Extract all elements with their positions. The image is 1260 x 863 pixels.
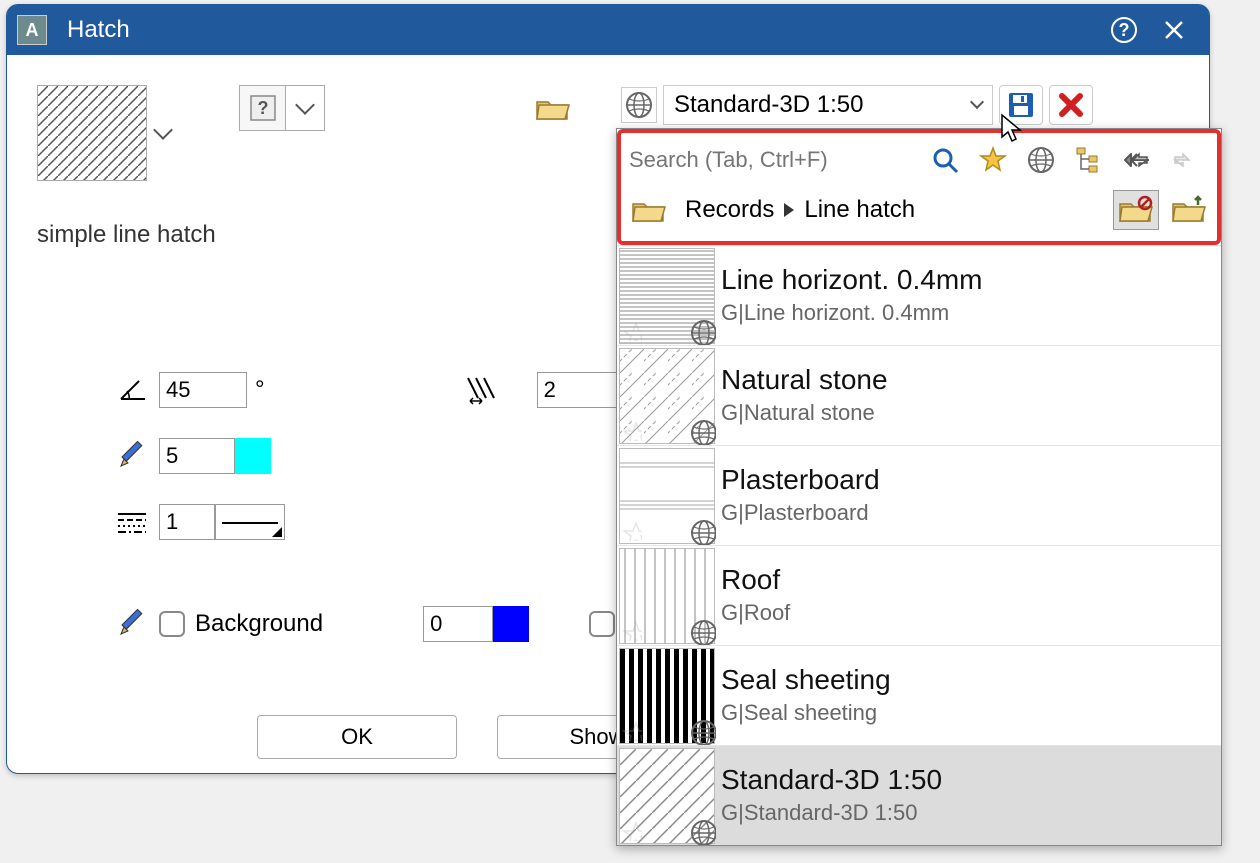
list-item-subtitle: G|Seal sheeting xyxy=(721,700,891,726)
spacing-icon xyxy=(455,374,507,406)
hatch-type-select[interactable] xyxy=(239,85,325,131)
hatch-thumbnail xyxy=(619,548,715,644)
ok-button[interactable]: OK xyxy=(257,715,457,759)
list-item-subtitle: G|Natural stone xyxy=(721,400,888,426)
breadcrumb-item[interactable]: Line hatch xyxy=(804,196,915,224)
list-item-subtitle: G|Line horizont. 0.4mm xyxy=(721,300,982,326)
star-outline-icon xyxy=(622,821,642,841)
list-item-title: Seal sheeting xyxy=(721,665,891,696)
background-label: Background xyxy=(195,610,323,638)
hatch-thumbnail xyxy=(619,248,715,344)
chevron-down-icon xyxy=(153,120,173,140)
star-outline-icon xyxy=(622,521,642,541)
hatch-thumbnail xyxy=(619,648,715,744)
window-title: Hatch xyxy=(67,16,130,44)
favorites-icon[interactable] xyxy=(973,140,1013,180)
background-pen-input[interactable] xyxy=(423,606,493,642)
spacing-input[interactable] xyxy=(537,372,625,408)
globe-icon xyxy=(690,719,716,745)
star-outline-icon xyxy=(622,721,642,741)
list-item[interactable]: Plasterboard G|Plasterboard xyxy=(617,445,1221,545)
linetype-picker[interactable] xyxy=(215,504,285,540)
globe-icon xyxy=(621,87,657,123)
folder-up-button[interactable] xyxy=(1169,190,1209,230)
search-input[interactable] xyxy=(629,140,917,180)
list-item-title: Natural stone xyxy=(721,365,888,396)
close-button[interactable] xyxy=(1159,15,1189,45)
breadcrumb-separator-icon xyxy=(784,203,794,217)
help-button[interactable]: ? xyxy=(1109,15,1139,45)
list-item[interactable]: Line horizont. 0.4mm G|Line horizont. 0.4… xyxy=(617,245,1221,345)
globe-icon xyxy=(690,619,716,645)
question-icon xyxy=(240,86,286,130)
hatch-thumbnail xyxy=(619,748,715,844)
extra-checkbox[interactable] xyxy=(589,611,615,637)
library-nav-highlight: Records Line hatch xyxy=(617,129,1221,245)
svg-text:?: ? xyxy=(1119,20,1130,40)
list-item-subtitle: G|Plasterboard xyxy=(721,500,880,526)
list-item[interactable]: Roof G|Roof xyxy=(617,545,1221,645)
list-item[interactable]: Seal sheeting G|Seal sheeting xyxy=(617,645,1221,745)
pen-input[interactable] xyxy=(159,438,235,474)
list-item-subtitle: G|Standard-3D 1:50 xyxy=(721,800,942,826)
list-item-title: Standard-3D 1:50 xyxy=(721,765,942,796)
list-item-title: Line horizont. 0.4mm xyxy=(721,265,982,296)
open-folder-button[interactable] xyxy=(535,93,571,123)
chevron-down-icon xyxy=(970,95,984,109)
folder-icon[interactable] xyxy=(629,190,669,230)
hatch-list: Line horizont. 0.4mm G|Line horizont. 0.4… xyxy=(617,245,1221,845)
star-outline-icon xyxy=(622,321,642,341)
nav-back-button[interactable] xyxy=(1117,140,1157,180)
background-color-swatch[interactable] xyxy=(493,606,529,642)
globe-icon xyxy=(690,419,716,445)
folder-locked-button[interactable] xyxy=(1113,190,1159,230)
globe-icon xyxy=(690,519,716,545)
saved-hatch-select[interactable]: Standard-3D 1:50 xyxy=(663,85,993,125)
nav-forward-button[interactable] xyxy=(1165,140,1205,180)
saved-hatch-value: Standard-3D 1:50 xyxy=(674,91,863,119)
star-outline-icon xyxy=(622,421,642,441)
pen-color-swatch[interactable] xyxy=(235,438,271,474)
angle-unit: ° xyxy=(255,376,265,404)
globe-icon[interactable] xyxy=(1021,140,1061,180)
linetype-input[interactable] xyxy=(159,504,215,540)
globe-icon xyxy=(690,819,716,845)
app-icon xyxy=(17,15,47,45)
list-item-title: Roof xyxy=(721,565,790,596)
list-item-title: Plasterboard xyxy=(721,465,880,496)
pencil-icon xyxy=(107,609,159,639)
hatch-thumbnail xyxy=(619,348,715,444)
chevron-down-icon xyxy=(295,95,315,115)
pencil-icon xyxy=(107,441,159,471)
breadcrumb-item[interactable]: Records xyxy=(685,196,774,224)
hatch-preview[interactable] xyxy=(37,85,147,181)
star-outline-icon xyxy=(622,621,642,641)
list-item-subtitle: G|Roof xyxy=(721,600,790,626)
globe-icon xyxy=(690,319,716,345)
search-icon[interactable] xyxy=(925,140,965,180)
save-button[interactable] xyxy=(999,85,1043,125)
tree-icon[interactable] xyxy=(1069,140,1109,180)
titlebar: Hatch ? xyxy=(7,5,1209,55)
background-checkbox[interactable] xyxy=(159,611,185,637)
list-item[interactable]: Natural stone G|Natural stone xyxy=(617,345,1221,445)
angle-icon xyxy=(107,375,159,405)
linetype-icon xyxy=(107,508,159,536)
breadcrumb[interactable]: Records Line hatch xyxy=(685,196,915,224)
list-item[interactable]: Standard-3D 1:50 G|Standard-3D 1:50 xyxy=(617,745,1221,845)
hatch-thumbnail xyxy=(619,448,715,544)
hatch-library-popup: Records Line hatch Line horizont. 0.4mm G… xyxy=(616,128,1222,846)
angle-input[interactable] xyxy=(159,372,247,408)
preview-dropdown[interactable] xyxy=(147,85,179,181)
cancel-button[interactable] xyxy=(1049,85,1093,125)
